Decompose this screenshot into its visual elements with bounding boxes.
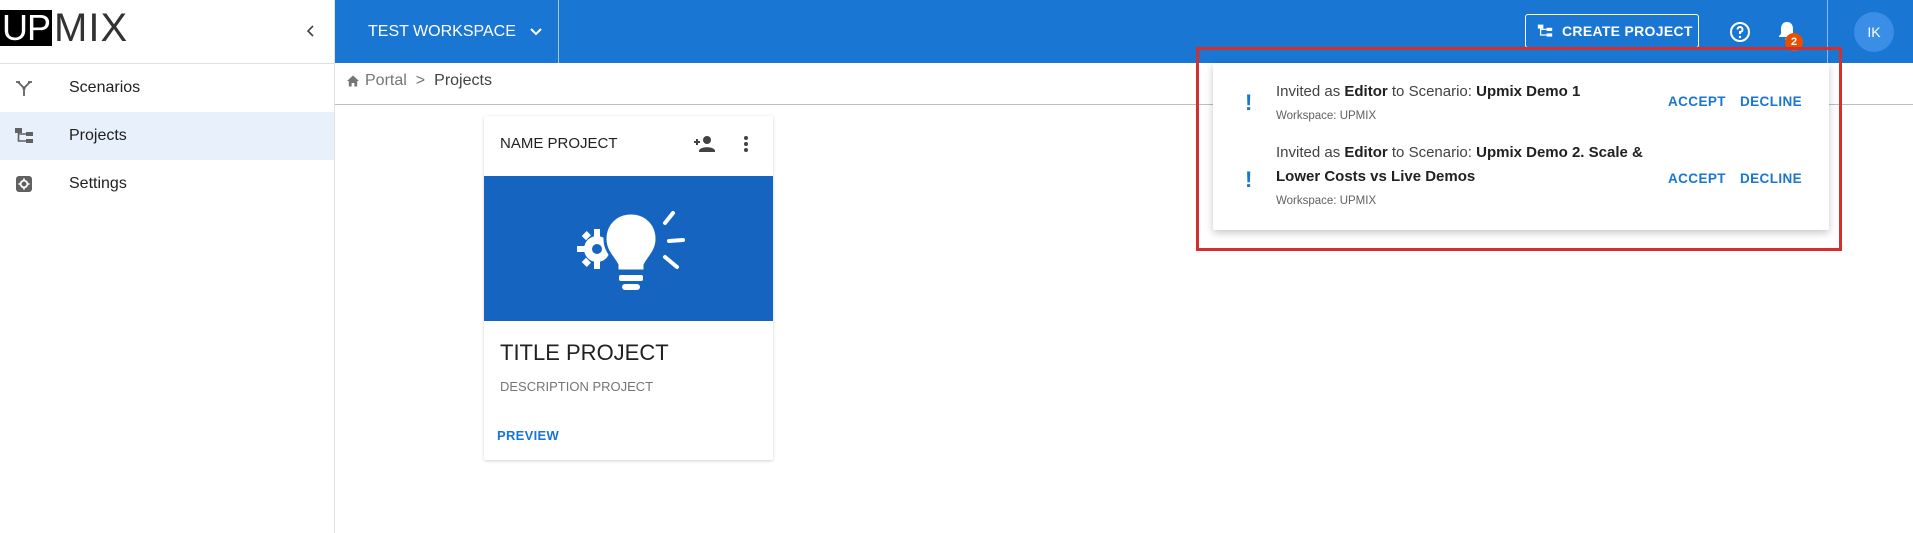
sidebar-item-label: Projects: [69, 127, 127, 144]
logo-part-up: UP: [0, 7, 53, 48]
breadcrumb-current: Projects: [434, 72, 492, 89]
home-icon: [346, 74, 360, 88]
sidebar: UP MIX Scenarios Projects Settings: [0, 0, 335, 533]
msg-role: Editor: [1344, 83, 1388, 100]
scenarios-icon: [12, 76, 36, 100]
breadcrumb: Portal > Projects: [346, 72, 492, 90]
workspace-label: TEST WORKSPACE: [368, 22, 516, 40]
more-vert-icon[interactable]: [736, 132, 756, 156]
help-icon[interactable]: [1728, 20, 1752, 44]
upmix-logo[interactable]: UP MIX: [0, 6, 129, 50]
notification-workspace: Workspace: UPMIX: [1276, 110, 1377, 122]
accept-button[interactable]: ACCEPT: [1668, 94, 1726, 109]
breadcrumb-separator: >: [415, 72, 426, 89]
project-card: NAME PROJECT TITLE PROJECT DESCRIPTION P…: [484, 116, 773, 460]
msg-middle: to Scenario:: [1387, 144, 1477, 161]
breadcrumb-portal-link[interactable]: Portal: [365, 72, 407, 90]
user-menu-area: IK: [1827, 0, 1913, 63]
notification-workspace: Workspace: UPMIX: [1276, 195, 1377, 207]
create-project-button[interactable]: CREATE PROJECT: [1525, 14, 1699, 48]
notification-count-badge: 2: [1785, 33, 1803, 51]
sidebar-item-label: Scenarios: [69, 79, 141, 96]
msg-middle: to Scenario:: [1387, 83, 1477, 100]
accept-button[interactable]: ACCEPT: [1668, 171, 1726, 186]
chevron-left-icon: [306, 25, 314, 37]
notification-message: Invited as Editor to Scenario: Upmix Dem…: [1276, 141, 1666, 189]
projects-icon: [1537, 23, 1553, 39]
create-project-label: CREATE PROJECT: [1562, 23, 1693, 39]
alert-icon: !: [1245, 167, 1253, 192]
sidebar-item-label: Settings: [69, 175, 127, 192]
decline-button[interactable]: DECLINE: [1740, 94, 1802, 109]
project-card-header: NAME PROJECT: [484, 116, 773, 176]
msg-prefix: Invited as: [1276, 83, 1345, 100]
notification-message: Invited as Editor to Scenario: Upmix Dem…: [1276, 80, 1676, 104]
project-description: DESCRIPTION PROJECT: [500, 379, 654, 394]
alert-icon: !: [1245, 90, 1253, 115]
project-title: TITLE PROJECT: [500, 340, 669, 365]
notifications-popup: ! Invited as Editor to Scenario: Upmix D…: [1213, 63, 1829, 230]
add-person-icon[interactable]: [692, 132, 718, 156]
logo-bar: UP MIX: [0, 0, 334, 64]
sidebar-item-settings[interactable]: Settings: [0, 160, 334, 208]
top-app-bar: TEST WORKSPACE CREATE PROJECT 2 IK: [335, 0, 1913, 63]
workspace-selector[interactable]: TEST WORKSPACE: [335, 0, 559, 63]
avatar[interactable]: IK: [1854, 12, 1894, 52]
projects-icon: [12, 124, 36, 148]
msg-scenario: Upmix Demo 1: [1476, 83, 1581, 100]
decline-button[interactable]: DECLINE: [1740, 171, 1802, 186]
chevron-down-icon: [530, 28, 542, 36]
msg-role: Editor: [1344, 144, 1388, 161]
preview-button[interactable]: PREVIEW: [497, 428, 559, 443]
sidebar-item-projects[interactable]: Projects: [0, 112, 334, 160]
lightbulb-gear-icon: [576, 210, 685, 290]
sidebar-item-scenarios[interactable]: Scenarios: [0, 64, 334, 112]
settings-icon: [12, 172, 36, 196]
project-name: NAME PROJECT: [500, 135, 618, 152]
msg-prefix: Invited as: [1276, 144, 1345, 161]
collapse-sidebar-button[interactable]: [300, 20, 322, 42]
project-card-image: [484, 176, 773, 321]
logo-part-mix: MIX: [54, 6, 129, 50]
